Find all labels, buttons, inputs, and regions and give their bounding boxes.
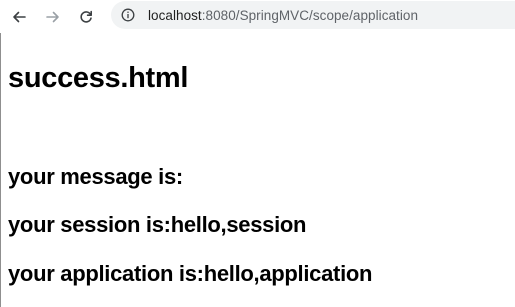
forward-button[interactable]: [40, 4, 66, 30]
session-line: your session is:hello,session: [8, 212, 307, 237]
site-info-icon[interactable]: [120, 7, 136, 23]
page-title: success.html: [8, 62, 189, 94]
arrow-left-icon: [13, 11, 26, 22]
url-text[interactable]: localhost:8080/SpringMVC/scope/applicati…: [148, 8, 418, 23]
reload-button[interactable]: [73, 4, 99, 30]
arrow-right-icon: [46, 11, 59, 22]
message-line: your message is:: [8, 164, 183, 189]
reload-icon: [80, 10, 92, 23]
application-line: your application is:hello,application: [8, 261, 373, 286]
url-host: localhost: [148, 7, 202, 23]
url-path: :8080/SpringMVC/scope/application: [201, 7, 419, 23]
back-button[interactable]: [6, 4, 32, 30]
address-bar[interactable]: localhost:8080/SpringMVC/scope/applicati…: [111, 1, 515, 29]
